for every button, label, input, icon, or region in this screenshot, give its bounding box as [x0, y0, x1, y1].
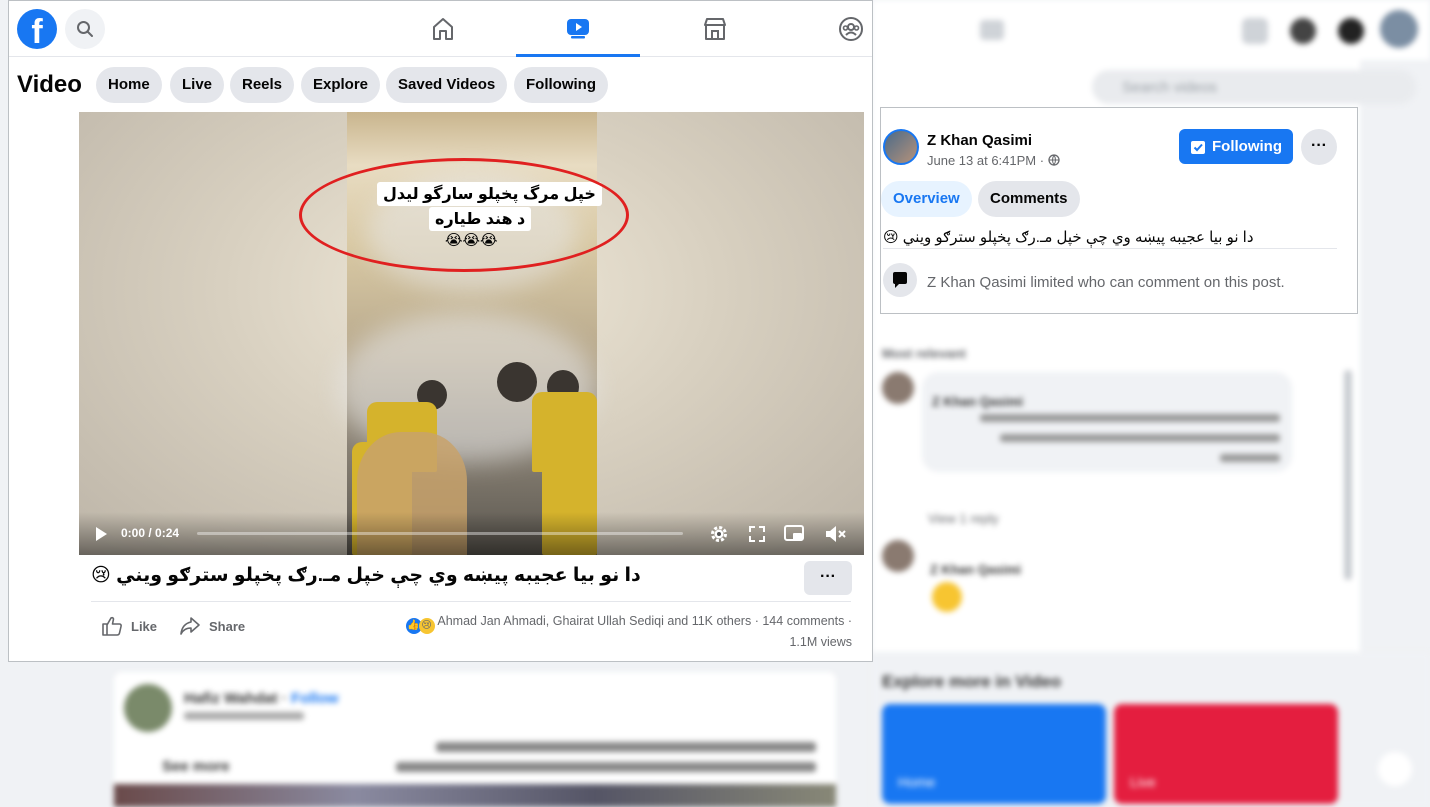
settings-button[interactable]: [707, 522, 731, 546]
like-icon: [102, 616, 122, 636]
comment-author-2: Z Khan Qasimi: [930, 562, 1022, 577]
speech-bubble-icon: [893, 272, 907, 288]
info-more-button[interactable]: ···: [1301, 129, 1337, 165]
mute-button[interactable]: [824, 522, 848, 546]
expand-icon: [749, 526, 765, 542]
search-button[interactable]: [65, 9, 105, 49]
comment-limit-icon-wrap: [883, 263, 917, 297]
muted-speaker-icon: [826, 526, 846, 542]
video-header: Video Home Live Reels Explore Saved Vide…: [9, 57, 872, 111]
nav-tab-video[interactable]: [516, 1, 640, 57]
view-replies-link: View 1 reply: [928, 511, 999, 526]
share-icon: [180, 617, 200, 635]
marketplace-icon: [704, 18, 726, 40]
pip-button[interactable]: [782, 522, 806, 546]
divider: [91, 601, 851, 602]
home-icon: [433, 18, 453, 40]
post-more-button[interactable]: ···: [804, 561, 852, 595]
fullscreen-button[interactable]: [745, 522, 769, 546]
comment-limit-text: Z Khan Qasimi limited who can comment on…: [927, 274, 1285, 291]
comments-scrollbar: [1344, 370, 1352, 580]
video-panel: f Video Home Live Reels Explore Saved Vi…: [8, 0, 873, 662]
views-count: 1.1M views: [789, 635, 852, 649]
video-icon: [567, 18, 589, 38]
profile-avatar: [1380, 10, 1418, 48]
groups-icon: [839, 17, 863, 41]
post-title: دا نو بیا عجیبه پیښه وي چې خپل مـ.رګ پخپ…: [91, 565, 641, 586]
sad-reaction-icon: 😢: [418, 618, 435, 634]
most-relevant-label: Most relevant: [882, 346, 966, 361]
page-title: Video: [17, 71, 82, 98]
tab-comments[interactable]: Comments: [978, 181, 1080, 217]
check-icon: [1191, 140, 1205, 154]
pill-following[interactable]: Following: [514, 67, 608, 103]
author-name[interactable]: Z Khan Qasimi: [927, 132, 1032, 149]
pill-saved-videos[interactable]: Saved Videos: [386, 67, 508, 103]
pill-home[interactable]: Home: [96, 67, 162, 103]
player-controls: 0:00 / 0:24: [79, 512, 864, 555]
reactions-summary: 👍 😢 Ahmad Jan Ahmadi, Ghairat Ullah Sediq…: [405, 614, 852, 649]
tab-overview[interactable]: Overview: [881, 181, 972, 217]
video-player[interactable]: خپل مرگ پخپلو سارگو لیدل د هند طیاره 😭😭😭…: [79, 112, 864, 555]
like-button[interactable]: Like: [101, 613, 157, 639]
post-caption: دا نو بیا عجیبه پیښه وي چې خپل مـ.رګ پخپ…: [883, 228, 1337, 249]
background-icon: [980, 20, 1004, 40]
author-avatar[interactable]: [883, 129, 919, 165]
nav-tab-marketplace[interactable]: [653, 1, 777, 57]
notifications-icon: [1338, 18, 1364, 44]
playback-time: 0:00 / 0:24: [121, 526, 180, 540]
nav-tab-home[interactable]: [381, 1, 505, 57]
pill-explore[interactable]: Explore: [301, 67, 381, 103]
messenger-icon: [1290, 18, 1316, 44]
like-label: Like: [131, 618, 158, 634]
share-button[interactable]: Share: [179, 613, 245, 639]
emoji-comment: [932, 582, 962, 612]
picture-in-picture-icon: [784, 525, 804, 541]
progress-bar[interactable]: [197, 532, 683, 535]
comment-bubble: Z Khan Qasimi: [922, 372, 1292, 472]
gear-icon: [711, 526, 727, 542]
pill-live[interactable]: Live: [170, 67, 225, 103]
play-icon: [96, 527, 107, 541]
reaction-names[interactable]: Ahmad Jan Ahmadi, Ghairat Ullah Sediqi a…: [437, 614, 751, 628]
post-date: June 13 at 6:41PM ·: [927, 153, 1060, 168]
globe-icon: [1048, 154, 1060, 166]
share-label: Share: [209, 618, 246, 634]
comment-avatar: [882, 372, 914, 404]
explore-card-home: Home: [882, 704, 1106, 804]
search-videos-input: Search videos: [1092, 70, 1416, 104]
nav-tab-groups[interactable]: [789, 1, 913, 57]
search-icon: [77, 21, 93, 37]
pill-reels[interactable]: Reels: [230, 67, 295, 103]
compose-icon: [1378, 752, 1412, 786]
facebook-logo[interactable]: f: [17, 9, 57, 51]
next-post: Hafiz Wahdat · Follow See more: [114, 672, 836, 807]
menu-icon: [1242, 18, 1268, 44]
explore-card-live: Live: [1114, 704, 1338, 804]
play-button[interactable]: [89, 522, 113, 546]
post-info-card: Z Khan Qasimi June 13 at 6:41PM · Follow…: [880, 107, 1358, 314]
comment-avatar-2: [882, 540, 914, 572]
comments-count[interactable]: 144 comments: [762, 614, 844, 628]
red-highlight-ellipse: [299, 158, 629, 272]
following-button[interactable]: Following: [1179, 129, 1293, 164]
top-navigation: f: [9, 1, 872, 57]
